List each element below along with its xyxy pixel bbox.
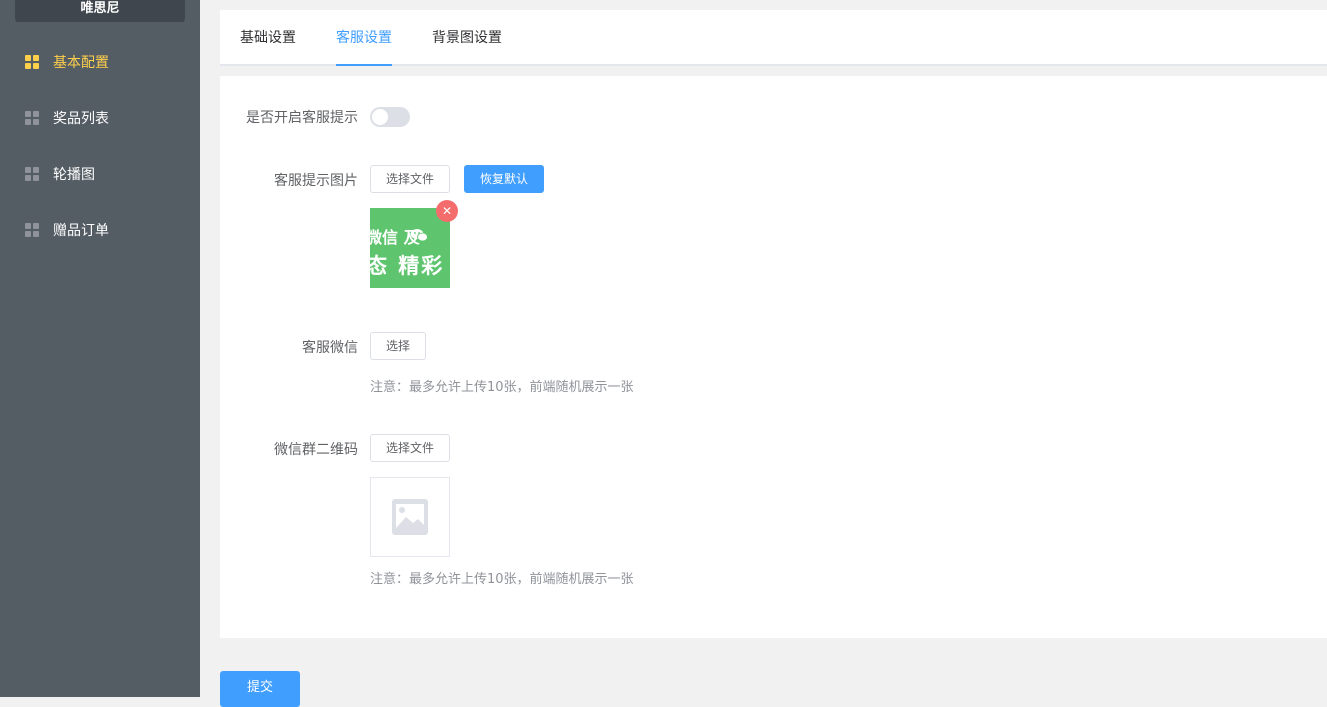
tab-basic-settings[interactable]: 基础设置: [240, 10, 296, 64]
switch-knob: [372, 109, 388, 125]
sidebar: 唯思尼 基本配置 奖品列表 轮播图 赠品订单: [0, 0, 200, 697]
wechat-icon: [410, 229, 428, 242]
service-tip-switch[interactable]: [370, 107, 410, 127]
sidebar-item-label: 赠品订单: [53, 223, 109, 239]
tabs-bar: 基础设置 客服设置 背景图设置: [220, 10, 1327, 66]
tip-image-thumbnail: 微信 及 态 精彩: [370, 208, 450, 288]
sidebar-item-basic-config[interactable]: 基本配置: [0, 34, 200, 90]
wechat-label: 客服微信: [302, 340, 358, 356]
sidebar-item-gift-orders[interactable]: 赠品订单: [0, 202, 200, 258]
brand-title: 唯思尼: [15, 0, 185, 22]
thumb-text-bottom: 态 精彩: [370, 254, 445, 278]
image-placeholder-icon: [392, 499, 428, 535]
grid-icon: [25, 111, 39, 125]
choose-wechat-button[interactable]: 选择: [370, 332, 426, 360]
tab-background-settings[interactable]: 背景图设置: [432, 10, 502, 64]
grid-icon: [25, 55, 39, 69]
settings-form: 是否开启客服提示 客服提示图片 选择文件 恢复默认 微信 及 态 精彩 ✕ 客服…: [220, 76, 1327, 638]
sidebar-item-prize-list[interactable]: 奖品列表: [0, 90, 200, 146]
sidebar-item-label: 基本配置: [53, 55, 109, 71]
sidebar-item-carousel[interactable]: 轮播图: [0, 146, 200, 202]
wechat-note: 注意：最多允许上传10张，前端随机展示一张: [370, 380, 634, 395]
qr-image-placeholder: [370, 477, 450, 557]
reset-default-button[interactable]: 恢复默认: [464, 165, 544, 193]
group-qr-label: 微信群二维码: [274, 442, 358, 458]
tab-customer-service-settings[interactable]: 客服设置: [336, 10, 392, 66]
remove-image-icon[interactable]: ✕: [436, 200, 458, 222]
sidebar-item-label: 轮播图: [53, 167, 95, 183]
sidebar-item-label: 奖品列表: [53, 111, 109, 127]
choose-group-qr-button[interactable]: 选择文件: [370, 434, 450, 462]
group-qr-note: 注意：最多允许上传10张，前端随机展示一张: [370, 572, 634, 587]
choose-tip-image-button[interactable]: 选择文件: [370, 165, 450, 193]
tip-image-label: 客服提示图片: [274, 173, 358, 189]
grid-icon: [25, 223, 39, 237]
service-tip-label: 是否开启客服提示: [246, 110, 358, 126]
grid-icon: [25, 167, 39, 181]
submit-button[interactable]: 提交: [220, 671, 300, 707]
